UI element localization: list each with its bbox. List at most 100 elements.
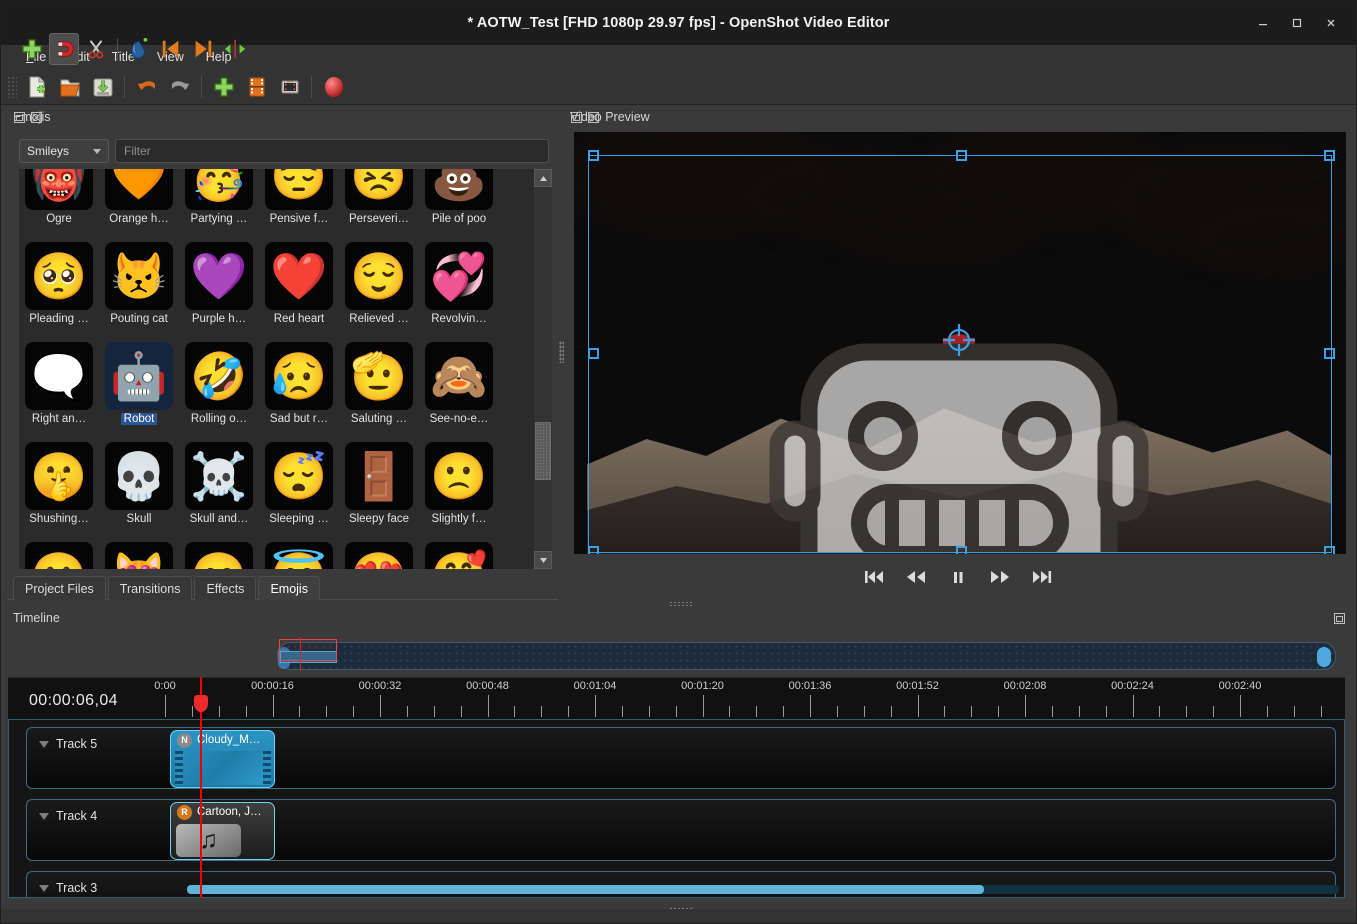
emoji-cell[interactable]: 😌Relieved … (339, 239, 419, 339)
tab-effects[interactable]: Effects (194, 576, 256, 600)
overview-scroll-thumb[interactable] (1317, 647, 1331, 667)
emoji-cell[interactable]: 😥Sad but r… (259, 339, 339, 439)
razor-tool-button[interactable] (81, 33, 111, 65)
emoji-cell[interactable]: 😾Pouting cat (99, 239, 179, 339)
emoji-grid[interactable]: 👹Ogre🧡Orange h…🥳Partying …😔Pensive f…😣Pe… (19, 169, 539, 569)
emoji-cell[interactable]: 👹Ogre (19, 169, 99, 239)
emoji-cell[interactable]: 🙂Slightly s… (19, 539, 99, 569)
emoji-cell[interactable]: 🙈See-no-e… (419, 339, 499, 439)
clip-transform-selection[interactable] (588, 155, 1332, 553)
snapping-toggle[interactable] (49, 33, 79, 65)
resize-handle-bottom-center[interactable] (956, 546, 967, 554)
close-icon[interactable] (30, 111, 43, 124)
add-track-button[interactable] (17, 33, 47, 65)
emoji-cell[interactable]: 🙁Slightly f… (419, 439, 499, 539)
close-button[interactable] (1316, 9, 1346, 37)
track-row-4[interactable]: Track 4 R Cartoon, J… ♫ (26, 799, 1336, 861)
emoji-cell[interactable]: 🗨️Right an… (19, 339, 99, 439)
add-marker-button[interactable] (124, 33, 154, 65)
scroll-down-button[interactable] (534, 551, 552, 569)
emoji-cell[interactable]: 😻Smiling c… (99, 539, 179, 569)
chevron-down-icon[interactable] (39, 885, 49, 892)
emoji-cell[interactable]: 😔Pensive f… (259, 169, 339, 239)
jump-to-end-button[interactable] (1029, 566, 1055, 588)
chevron-down-icon[interactable] (39, 741, 49, 748)
playhead-handle[interactable] (194, 695, 208, 712)
timeline-horizontal-scrollbar[interactable] (187, 885, 1339, 894)
timeline-clip-cloudy[interactable]: N Cloudy_M… (170, 730, 275, 788)
redo-button[interactable] (163, 72, 196, 102)
emoji-cell[interactable]: 😴Sleeping … (259, 439, 339, 539)
resize-handle-top-left[interactable] (588, 150, 599, 161)
chevron-down-icon[interactable] (39, 813, 49, 820)
emoji-cell[interactable]: 😇Smiling h… (259, 539, 339, 569)
emoji-cell[interactable]: 🤣Rolling o… (179, 339, 259, 439)
emoji-cell[interactable]: 🫡Saluting … (339, 339, 419, 439)
track-5-label[interactable]: Track 5 (39, 737, 97, 751)
track-4-label[interactable]: Track 4 (39, 809, 97, 823)
emoji-cell[interactable]: 💀Skull (99, 439, 179, 539)
tab-emojis[interactable]: Emojis (258, 576, 320, 600)
scrollbar-thumb[interactable] (535, 422, 551, 480)
resize-handle-bottom-right[interactable] (1324, 546, 1335, 554)
save-project-button[interactable] (86, 72, 119, 102)
emoji-cell[interactable]: 🧡Orange h… (99, 169, 179, 239)
emoji-cell[interactable]: 🥳Partying … (179, 169, 259, 239)
jump-to-start-button[interactable] (861, 566, 887, 588)
scrollbar-track[interactable] (534, 187, 552, 551)
rewind-button[interactable] (903, 566, 929, 588)
tab-project-files[interactable]: Project Files (13, 576, 106, 600)
resize-handle-middle-right[interactable] (1324, 348, 1335, 359)
minimize-button[interactable] (1248, 9, 1278, 37)
emoji-cell[interactable]: 💩Pile of poo (419, 169, 499, 239)
tab-transitions[interactable]: Transitions (108, 576, 193, 600)
horizontal-scrollbar-thumb[interactable] (187, 885, 984, 894)
float-icon[interactable] (570, 111, 583, 124)
next-marker-button[interactable] (188, 33, 218, 65)
emoji-cell[interactable]: 😍Smiling e… (339, 539, 419, 569)
video-canvas[interactable] (574, 132, 1346, 554)
undo-button[interactable] (130, 72, 163, 102)
emoji-cell[interactable]: ☠️Skull and… (179, 439, 259, 539)
fullscreen-button[interactable] (273, 72, 306, 102)
export-video-button[interactable] (317, 72, 350, 102)
emoji-filter-input[interactable] (115, 139, 549, 163)
emoji-cell[interactable]: 🚪Sleepy face (339, 439, 419, 539)
emoji-category-select[interactable]: Smileys (19, 139, 109, 163)
timeline-zoom-overview[interactable] (277, 642, 1336, 670)
fast-forward-button[interactable] (987, 566, 1013, 588)
timeline-tracks[interactable]: Track 5 N Cloudy_M… Track 4 R (8, 719, 1345, 898)
pause-button[interactable] (945, 566, 971, 588)
resize-handle-middle-left[interactable] (588, 348, 599, 359)
open-project-button[interactable] (53, 72, 86, 102)
emoji-cell[interactable]: 🤫Shushing… (19, 439, 99, 539)
float-icon[interactable] (1333, 612, 1346, 625)
timeline-ruler[interactable]: 0:0000:00:1600:00:3200:00:4800:01:0400:0… (8, 677, 1345, 719)
scroll-up-button[interactable] (534, 169, 552, 187)
track-row-5[interactable]: Track 5 N Cloudy_M… (26, 727, 1336, 789)
new-project-button[interactable] (20, 72, 53, 102)
previous-marker-button[interactable] (156, 33, 186, 65)
emoji-vertical-scrollbar[interactable] (534, 169, 552, 569)
resize-handle-bottom-left[interactable] (588, 546, 599, 554)
maximize-button[interactable] (1282, 9, 1312, 37)
float-icon[interactable] (13, 111, 26, 124)
toolbar-grip[interactable] (7, 76, 17, 98)
track-3-label[interactable]: Track 3 (39, 881, 97, 895)
resize-handle-top-right[interactable] (1324, 150, 1335, 161)
center-playhead-button[interactable] (220, 33, 250, 65)
resize-handle-top-center[interactable] (956, 150, 967, 161)
timeline-clip-cartoon[interactable]: R Cartoon, J… ♫ (170, 802, 275, 860)
close-icon[interactable] (587, 111, 600, 124)
emoji-cell[interactable]: 🤖Robot (99, 339, 179, 439)
import-files-button[interactable] (207, 72, 240, 102)
emoji-cell[interactable]: 🥰Smiling h… (419, 539, 499, 569)
overview-viewport-handle[interactable] (279, 639, 337, 661)
emoji-cell[interactable]: 💞Revolvin… (419, 239, 499, 339)
emoji-cell[interactable]: 😊Smiling f… (179, 539, 259, 569)
emoji-cell[interactable]: ❤️Red heart (259, 239, 339, 339)
emoji-cell[interactable]: 🥺Pleading … (19, 239, 99, 339)
choose-profile-button[interactable] (240, 72, 273, 102)
emoji-cell[interactable]: 😣Perseveri… (339, 169, 419, 239)
emoji-cell[interactable]: 💜Purple h… (179, 239, 259, 339)
